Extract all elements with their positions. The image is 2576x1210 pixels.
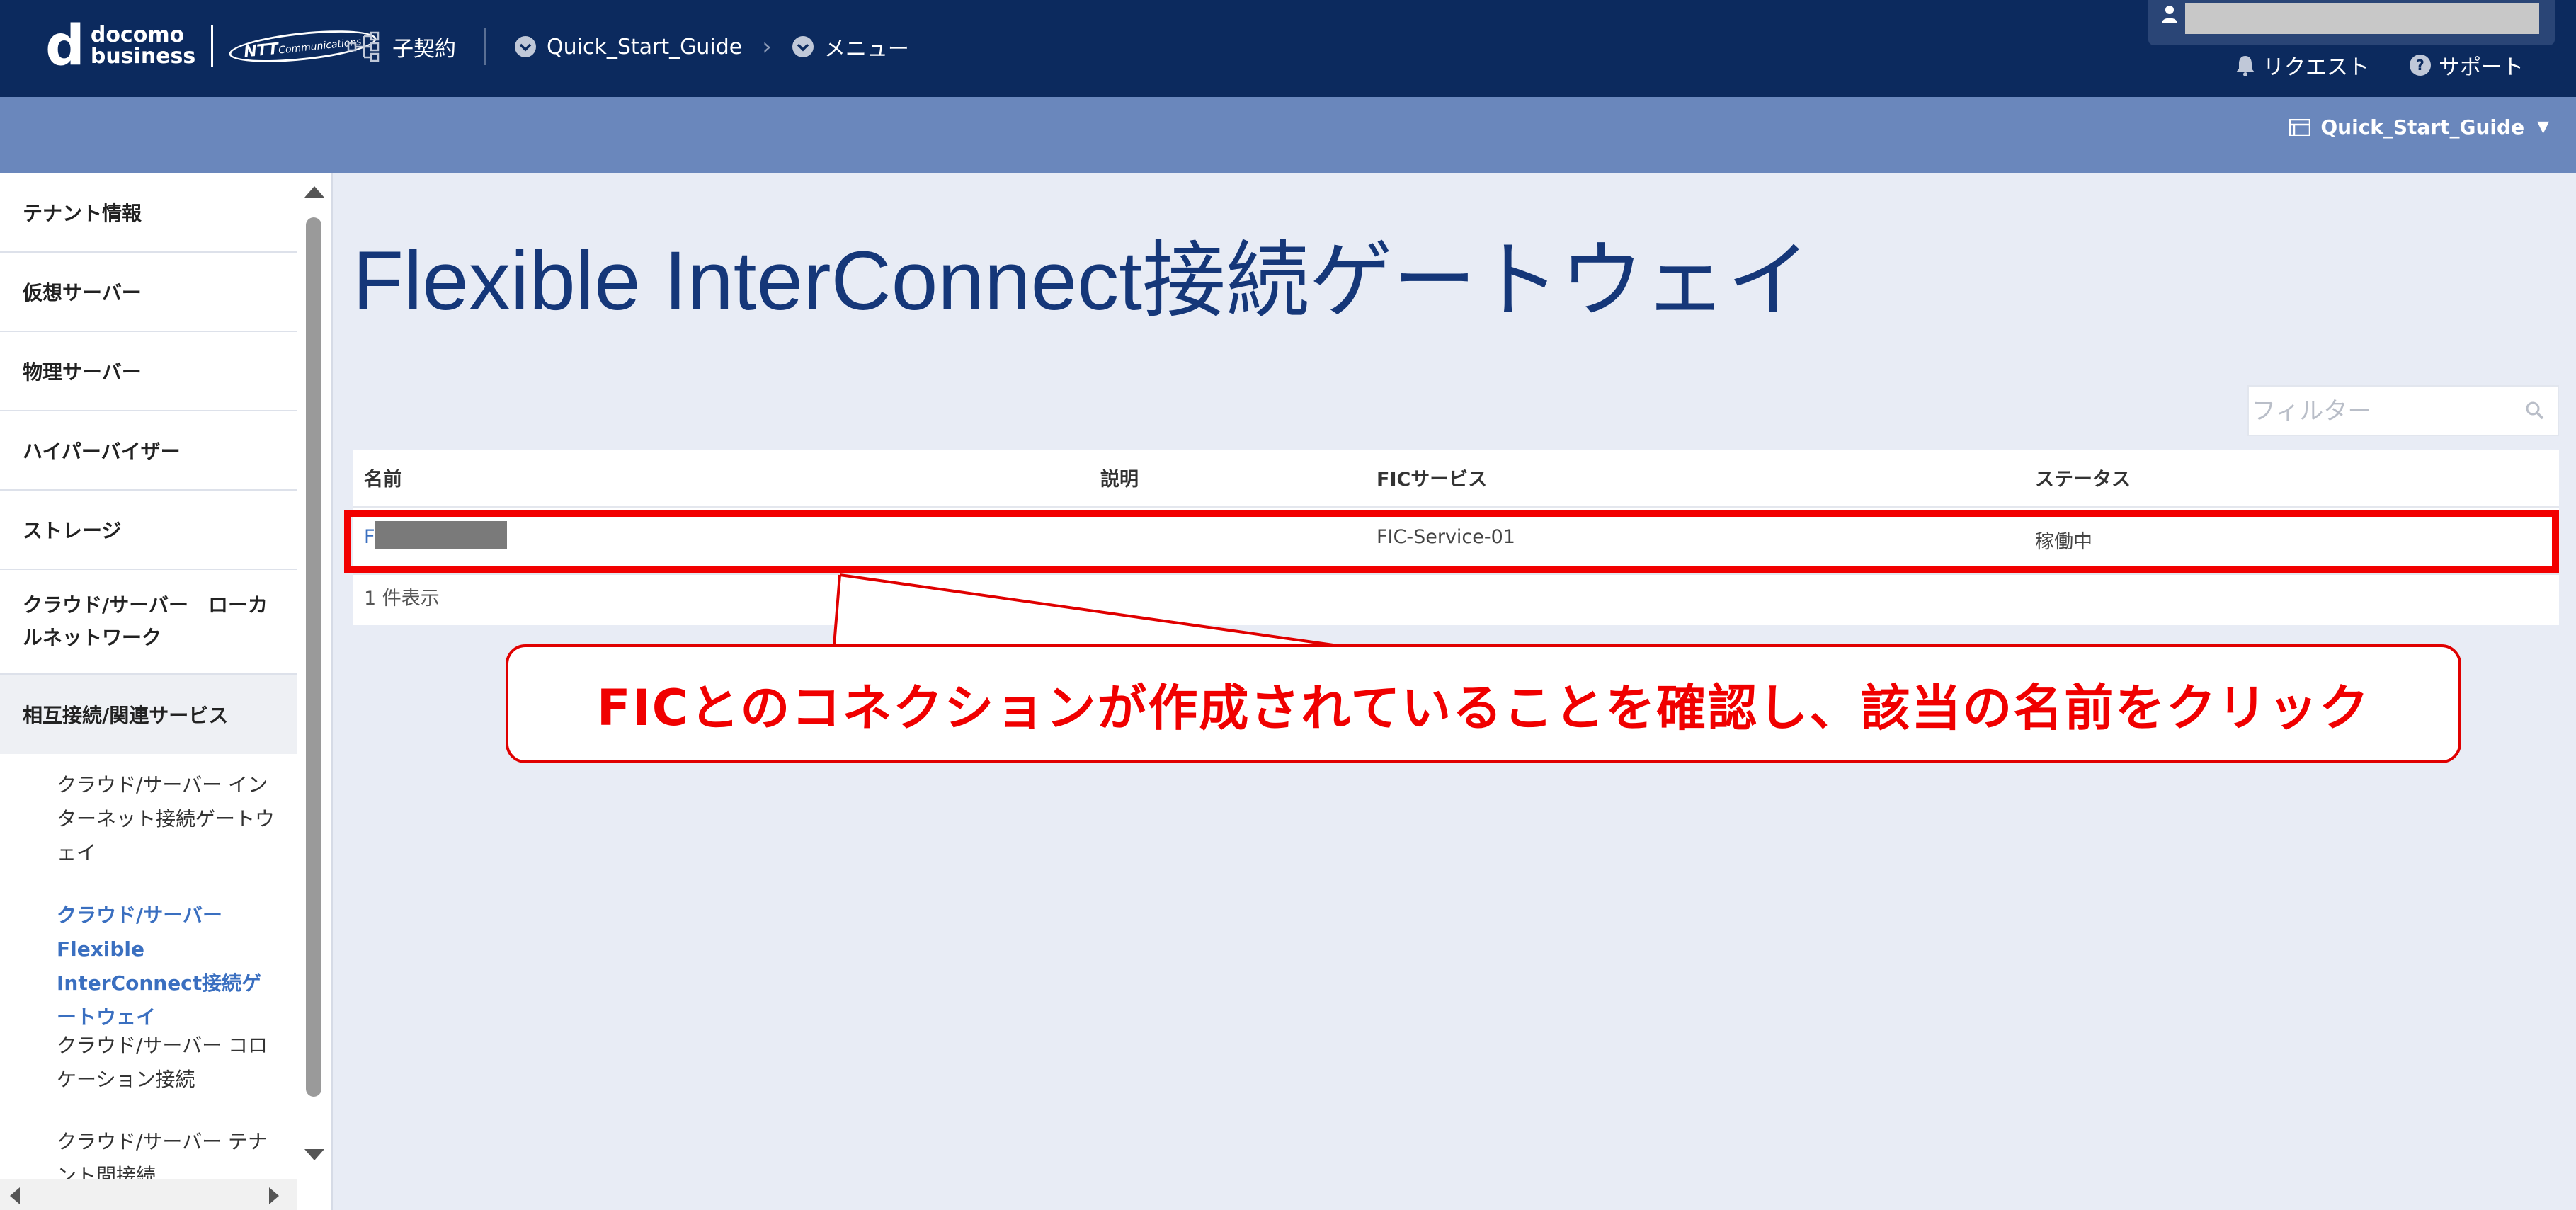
sidebar-subitem-colocation[interactable]: クラウド/サーバー コロケーション接続 xyxy=(0,1029,297,1125)
row-divider xyxy=(353,573,2559,575)
page-title: Flexible InterConnect接続ゲートウェイ xyxy=(353,234,1811,328)
sidebar-item-label: ストレージ xyxy=(23,519,122,542)
column-header-fic-service[interactable]: FICサービス xyxy=(1377,464,1487,491)
bell-icon xyxy=(2236,56,2255,76)
vertical-scrollbar-thumb[interactable] xyxy=(306,217,321,1097)
breadcrumb-tenant-label: Quick_Start_Guide xyxy=(547,34,743,59)
breadcrumb-menu-label: メニュー xyxy=(823,37,909,62)
top-navigation-bar: d docomo business NTTCommunications 子契約 xyxy=(0,0,2576,97)
ntt-logo-text: NTT xyxy=(243,40,280,62)
list-icon xyxy=(2289,118,2311,136)
logo-separator xyxy=(211,25,214,67)
breadcrumb-contract[interactable]: 子契約 xyxy=(347,31,456,62)
column-header-name[interactable]: 名前 xyxy=(364,464,402,491)
header-actions: リクエスト ? サポート xyxy=(2195,50,2524,81)
user-icon xyxy=(2162,6,2177,23)
column-header-description[interactable]: 説明 xyxy=(1100,464,1139,491)
svg-text:?: ? xyxy=(2416,57,2424,74)
instruction-text: FICとのコネクションが作成されていることを確認し、該当の名前をクリック xyxy=(596,678,2371,737)
logo-mark: d xyxy=(45,14,85,78)
docomo-business-logo[interactable]: d docomo business NTTCommunications xyxy=(45,14,378,78)
sidebar-menu: テナント情報 仮想サーバー 物理サーバー ハイパーバイザー ストレージ クラウド… xyxy=(0,173,297,1210)
logo-line1: docomo xyxy=(90,23,185,47)
chevron-right-icon: › xyxy=(762,33,772,61)
sidebar-item-label: 相互接続/関連サービス xyxy=(23,704,229,727)
sidebar-item-hypervisor[interactable]: ハイパーバイザー xyxy=(0,411,297,491)
horizontal-scrollbar[interactable] xyxy=(0,1179,297,1210)
search-icon xyxy=(2526,401,2544,420)
help-circle-icon: ? xyxy=(2410,55,2431,76)
record-count: 1 件表示 xyxy=(364,588,440,610)
breadcrumb-menu[interactable]: メニュー xyxy=(792,31,909,62)
tenant-selector-label: Quick_Start_Guide xyxy=(2320,115,2525,139)
support-link[interactable]: ? サポート xyxy=(2409,50,2524,81)
sidebar-subitem-internet-gateway[interactable]: クラウド/サーバー インターネット接続ゲートウェイ xyxy=(0,768,297,898)
request-label: リクエスト xyxy=(2263,55,2369,80)
breadcrumb: 子契約 Quick_Start_Guide › メニュー xyxy=(347,28,909,65)
hierarchy-icon xyxy=(347,31,380,62)
header-divider xyxy=(353,506,2559,508)
logo-line2: business xyxy=(90,44,196,69)
sidebar-item-tenant-info[interactable]: テナント情報 xyxy=(0,173,297,253)
sidebar-item-storage[interactable]: ストレージ xyxy=(0,491,297,570)
filter-box[interactable] xyxy=(2247,385,2559,436)
sidebar-item-label: 物理サーバー xyxy=(23,360,142,384)
sidebar-item-local-network[interactable]: クラウド/サーバー ローカルネットワーク xyxy=(0,570,297,675)
scroll-up-arrow[interactable] xyxy=(304,186,324,198)
caret-down-icon: ▼ xyxy=(2537,118,2549,136)
redacted-user-name xyxy=(2185,3,2539,34)
column-header-status[interactable]: ステータス xyxy=(2035,464,2131,491)
sidebar: テナント情報 仮想サーバー 物理サーバー ハイパーバイザー ストレージ クラウド… xyxy=(0,173,333,1210)
breadcrumb-tenant[interactable]: Quick_Start_Guide xyxy=(514,35,742,59)
instruction-callout: FICとのコネクションが作成されていることを確認し、該当の名前をクリック xyxy=(506,644,2461,763)
sidebar-item-label: 仮想サーバー xyxy=(23,281,142,304)
sidebar-subitem-label: クラウド/サーバー インターネット接続ゲートウェイ xyxy=(57,773,275,864)
sidebar-item-label: クラウド/サーバー ローカルネットワーク xyxy=(23,593,268,649)
chevron-down-circle-icon xyxy=(515,36,536,57)
breadcrumb-contract-label: 子契約 xyxy=(392,37,456,62)
user-account-menu[interactable] xyxy=(2148,0,2555,45)
sidebar-subitem-fic-gateway[interactable]: クラウド/サーバー Flexible InterConnect接続ゲートウェイ xyxy=(0,898,297,1029)
sidebar-item-physical-server[interactable]: 物理サーバー xyxy=(0,332,297,411)
tenant-selector[interactable]: Quick_Start_Guide ▼ xyxy=(2289,115,2549,139)
scroll-down-arrow[interactable] xyxy=(304,1149,324,1160)
sidebar-item-label: テナント情報 xyxy=(23,202,142,225)
scroll-right-arrow[interactable] xyxy=(269,1187,279,1204)
logo-wordmark: docomo business xyxy=(91,25,195,67)
sidebar-item-label: ハイパーバイザー xyxy=(23,440,181,463)
chevron-down-circle-icon xyxy=(792,36,814,57)
request-link[interactable]: リクエスト xyxy=(2235,50,2369,81)
sidebar-subitem-label: クラウド/サーバー Flexible InterConnect接続ゲートウェイ xyxy=(57,903,262,1029)
support-label: サポート xyxy=(2439,55,2524,80)
sidebar-item-interconnect-services[interactable]: 相互接続/関連サービス xyxy=(0,675,297,754)
sidebar-subitem-label: クラウド/サーバー コロケーション接続 xyxy=(57,1034,268,1091)
filter-input[interactable] xyxy=(2252,391,2507,432)
scroll-left-arrow[interactable] xyxy=(10,1187,20,1204)
tenant-bar: Quick_Start_Guide ▼ xyxy=(0,97,2576,173)
row-highlight-box xyxy=(344,510,2559,573)
sidebar-item-virtual-server[interactable]: 仮想サーバー xyxy=(0,253,297,332)
breadcrumb-divider xyxy=(484,28,486,65)
